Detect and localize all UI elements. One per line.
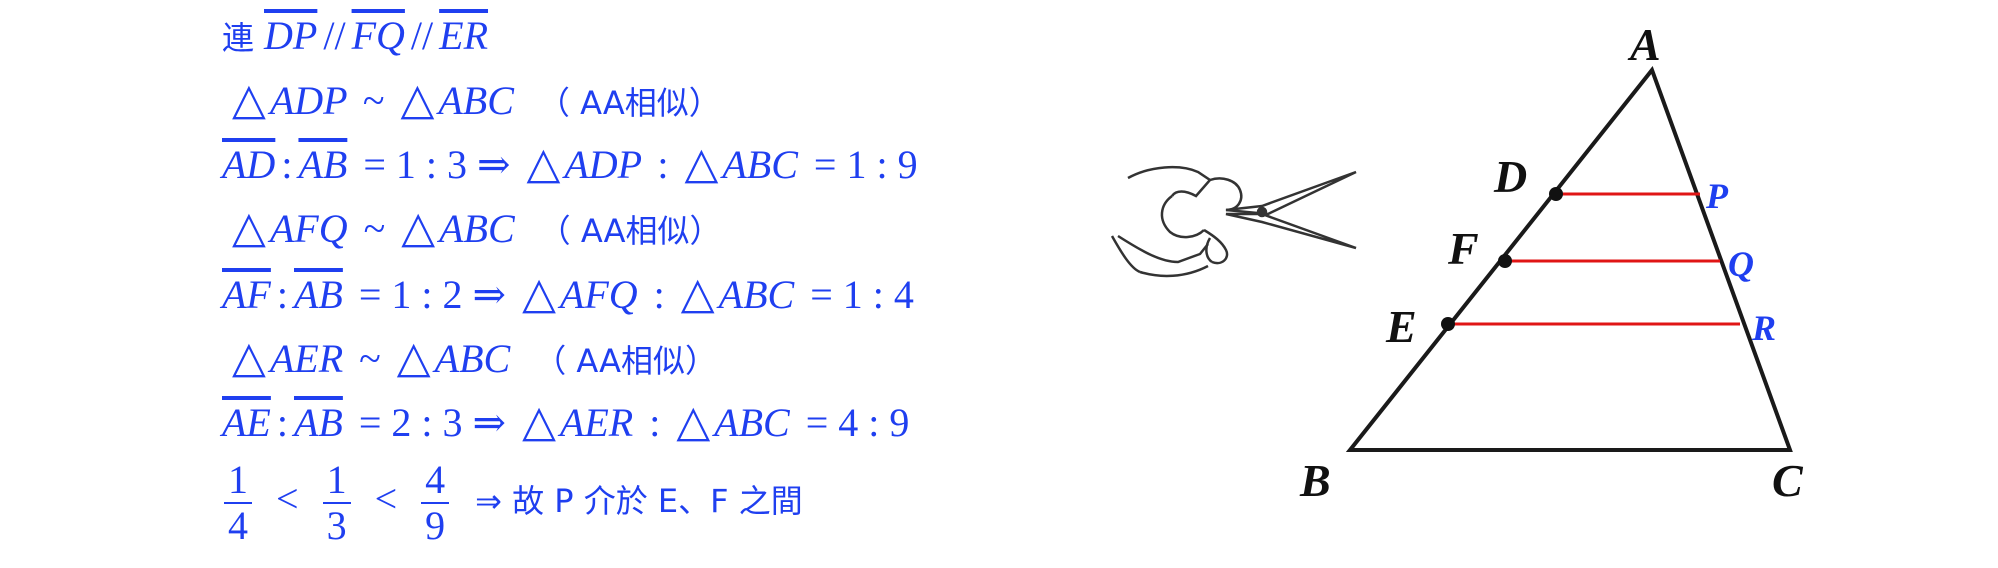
geometry-figure: A B C D F E P Q R: [1110, 19, 1804, 506]
label-r: R: [1751, 308, 1776, 348]
triangle-abc-figure: A B C D F E P Q R: [1299, 19, 1804, 506]
label-p: P: [1705, 176, 1729, 216]
point-f: [1498, 254, 1512, 268]
label-d: D: [1493, 151, 1527, 202]
label-f: F: [1447, 223, 1479, 274]
point-e: [1441, 317, 1455, 331]
solution-page: 連 DP//FQ//ER △ ADP ~ △ ABC （ AA相似） AD: AB =…: [0, 0, 1998, 568]
point-d: [1549, 187, 1563, 201]
label-e: E: [1385, 301, 1417, 352]
label-q: Q: [1728, 244, 1754, 284]
label-c: C: [1772, 455, 1804, 506]
label-a: A: [1627, 19, 1661, 70]
label-b: B: [1299, 455, 1331, 506]
scissors-hand-icon: [1110, 166, 1357, 278]
